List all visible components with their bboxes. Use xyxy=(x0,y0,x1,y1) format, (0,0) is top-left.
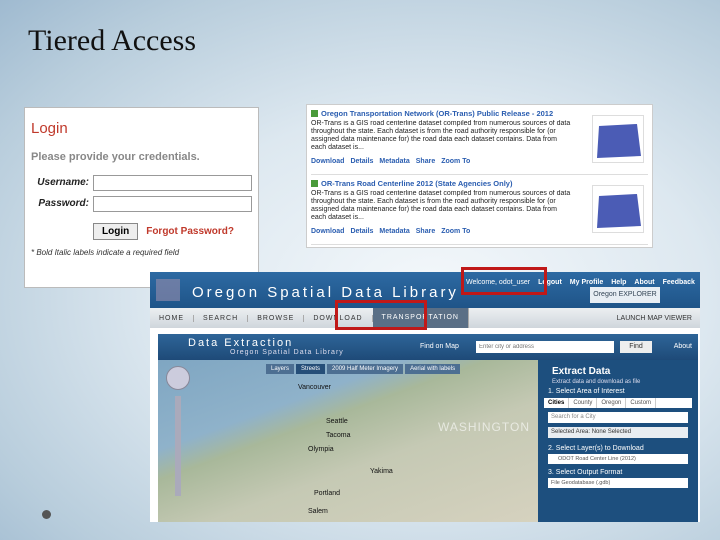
oregon-logo-icon xyxy=(156,279,180,301)
oregon-map-thumbnail-icon xyxy=(597,194,641,228)
username-row: Username: xyxy=(31,173,252,192)
area-tab-oregon[interactable]: Oregon xyxy=(597,398,627,408)
map-label: Portland xyxy=(314,490,341,497)
map-label: Salem xyxy=(308,508,328,515)
highlight-transportation-box xyxy=(335,300,427,330)
city-search-select[interactable]: Search for a City xyxy=(548,412,688,423)
login-actions: Login Forgot Password? xyxy=(93,223,252,240)
extraction-about-link[interactable]: About xyxy=(674,343,692,350)
details-link[interactable]: Details xyxy=(350,158,373,165)
map-label: Olympia xyxy=(308,446,334,453)
map-tab-aerial-labels[interactable]: Aerial with labels xyxy=(405,364,461,374)
login-button[interactable]: Login xyxy=(93,223,139,240)
area-tab-county[interactable]: County xyxy=(569,398,598,408)
oregon-explorer-badge[interactable]: Oregon EXPLORER xyxy=(590,287,660,303)
dataset-entry: OR-Trans Road Centerline 2012 (State Age… xyxy=(311,179,648,245)
forgot-password-link[interactable]: Forgot Password? xyxy=(146,226,234,237)
share-link[interactable]: Share xyxy=(416,228,435,235)
highlight-welcome-box xyxy=(461,267,547,295)
metadata-link[interactable]: Metadata xyxy=(379,158,409,165)
dataset-description: OR-Trans is a GIS road centerline datase… xyxy=(311,190,571,221)
password-label: Password: xyxy=(38,198,89,209)
find-button[interactable]: Find xyxy=(620,341,652,353)
osdl-title: Oregon Spatial Data Library xyxy=(192,284,459,301)
extract-data-title: Extract Data xyxy=(552,366,611,377)
find-on-map-input[interactable] xyxy=(476,341,614,353)
output-format-select[interactable]: File Geodatabase (.gdb) xyxy=(548,478,688,488)
data-extraction-subtitle: Oregon Spatial Data Library xyxy=(230,349,344,356)
area-tab-cities[interactable]: Cities xyxy=(544,398,570,408)
download-link[interactable]: Download xyxy=(311,158,344,165)
extract-data-panel: Extract Data Extract data and download a… xyxy=(538,360,698,522)
slide-title: Tiered Access xyxy=(28,24,197,57)
my-profile-link[interactable]: My Profile xyxy=(570,279,603,286)
map-label: Yakima xyxy=(370,468,393,475)
zoom-slider[interactable] xyxy=(175,396,181,496)
launch-map-viewer-link[interactable]: LAUNCH MAP VIEWER xyxy=(617,315,700,322)
zoom-to-link[interactable]: Zoom To xyxy=(441,228,470,235)
map-state-label: WASHINGTON xyxy=(438,420,531,434)
data-extraction-title: Data Extraction xyxy=(188,337,294,349)
selected-area-display: Selected Area: None Selected xyxy=(548,427,688,438)
step-1-title: 1. Select Area of Interest xyxy=(548,388,625,395)
metadata-link[interactable]: Metadata xyxy=(379,228,409,235)
nav-search[interactable]: SEARCH xyxy=(194,314,249,322)
download-link[interactable]: Download xyxy=(311,228,344,235)
login-panel: Login Please provide your credentials. U… xyxy=(24,107,259,288)
map-layer-tabs: Layers Streets 2009 Half Meter Imagery A… xyxy=(266,364,461,374)
password-row: Password: xyxy=(31,194,252,213)
dataset-results-panel: Oregon Transportation Network (OR-Trans)… xyxy=(306,104,653,248)
map-tab-layers[interactable]: Layers xyxy=(266,364,295,374)
oregon-map-thumbnail-icon xyxy=(597,124,641,158)
data-extraction-bar: Data Extraction Oregon Spatial Data Libr… xyxy=(158,334,698,360)
password-input[interactable] xyxy=(93,195,252,212)
username-label: Username: xyxy=(37,177,89,188)
nav-browse[interactable]: BROWSE xyxy=(248,314,305,322)
username-input[interactable] xyxy=(93,174,252,191)
map-label: Seattle xyxy=(326,418,348,425)
extract-data-subtitle: Extract data and download as file xyxy=(552,379,641,385)
dataset-thumbnail[interactable] xyxy=(592,115,644,163)
help-link[interactable]: Help xyxy=(611,279,626,286)
pan-control-icon[interactable] xyxy=(166,366,190,390)
find-on-map-label: Find on Map xyxy=(420,343,459,350)
details-link[interactable]: Details xyxy=(350,228,373,235)
map-tab-imagery[interactable]: 2009 Half Meter Imagery xyxy=(327,364,404,374)
required-field-note: * Bold Italic labels indicate a required… xyxy=(31,248,180,257)
area-tab-custom[interactable]: Custom xyxy=(626,398,657,408)
dataset-description: OR-Trans is a GIS road centerline datase… xyxy=(311,120,571,151)
login-prompt: Please provide your credentials. xyxy=(31,151,200,163)
about-link[interactable]: About xyxy=(634,279,654,286)
area-tabs: Cities County Oregon Custom xyxy=(544,398,692,408)
bullet-dot xyxy=(42,510,51,519)
map-label: Tacoma xyxy=(326,432,351,439)
share-link[interactable]: Share xyxy=(416,158,435,165)
dataset-entry: Oregon Transportation Network (OR-Trans)… xyxy=(311,109,648,175)
login-heading: Login xyxy=(31,120,68,137)
map-canvas[interactable]: Layers Streets 2009 Half Meter Imagery A… xyxy=(158,360,538,522)
step-2-title: 2. Select Layer(s) to Download xyxy=(548,445,644,452)
layer-checkbox-row[interactable]: ODOT Road Center Line (2012) xyxy=(548,454,688,464)
step-3-title: 3. Select Output Format xyxy=(548,469,623,476)
zoom-to-link[interactable]: Zoom To xyxy=(441,158,470,165)
nav-home[interactable]: HOME xyxy=(150,314,194,322)
feedback-link[interactable]: Feedback xyxy=(663,279,695,286)
map-label: Vancouver xyxy=(298,384,331,391)
map-tab-streets[interactable]: Streets xyxy=(296,364,326,374)
dataset-thumbnail[interactable] xyxy=(592,185,644,233)
